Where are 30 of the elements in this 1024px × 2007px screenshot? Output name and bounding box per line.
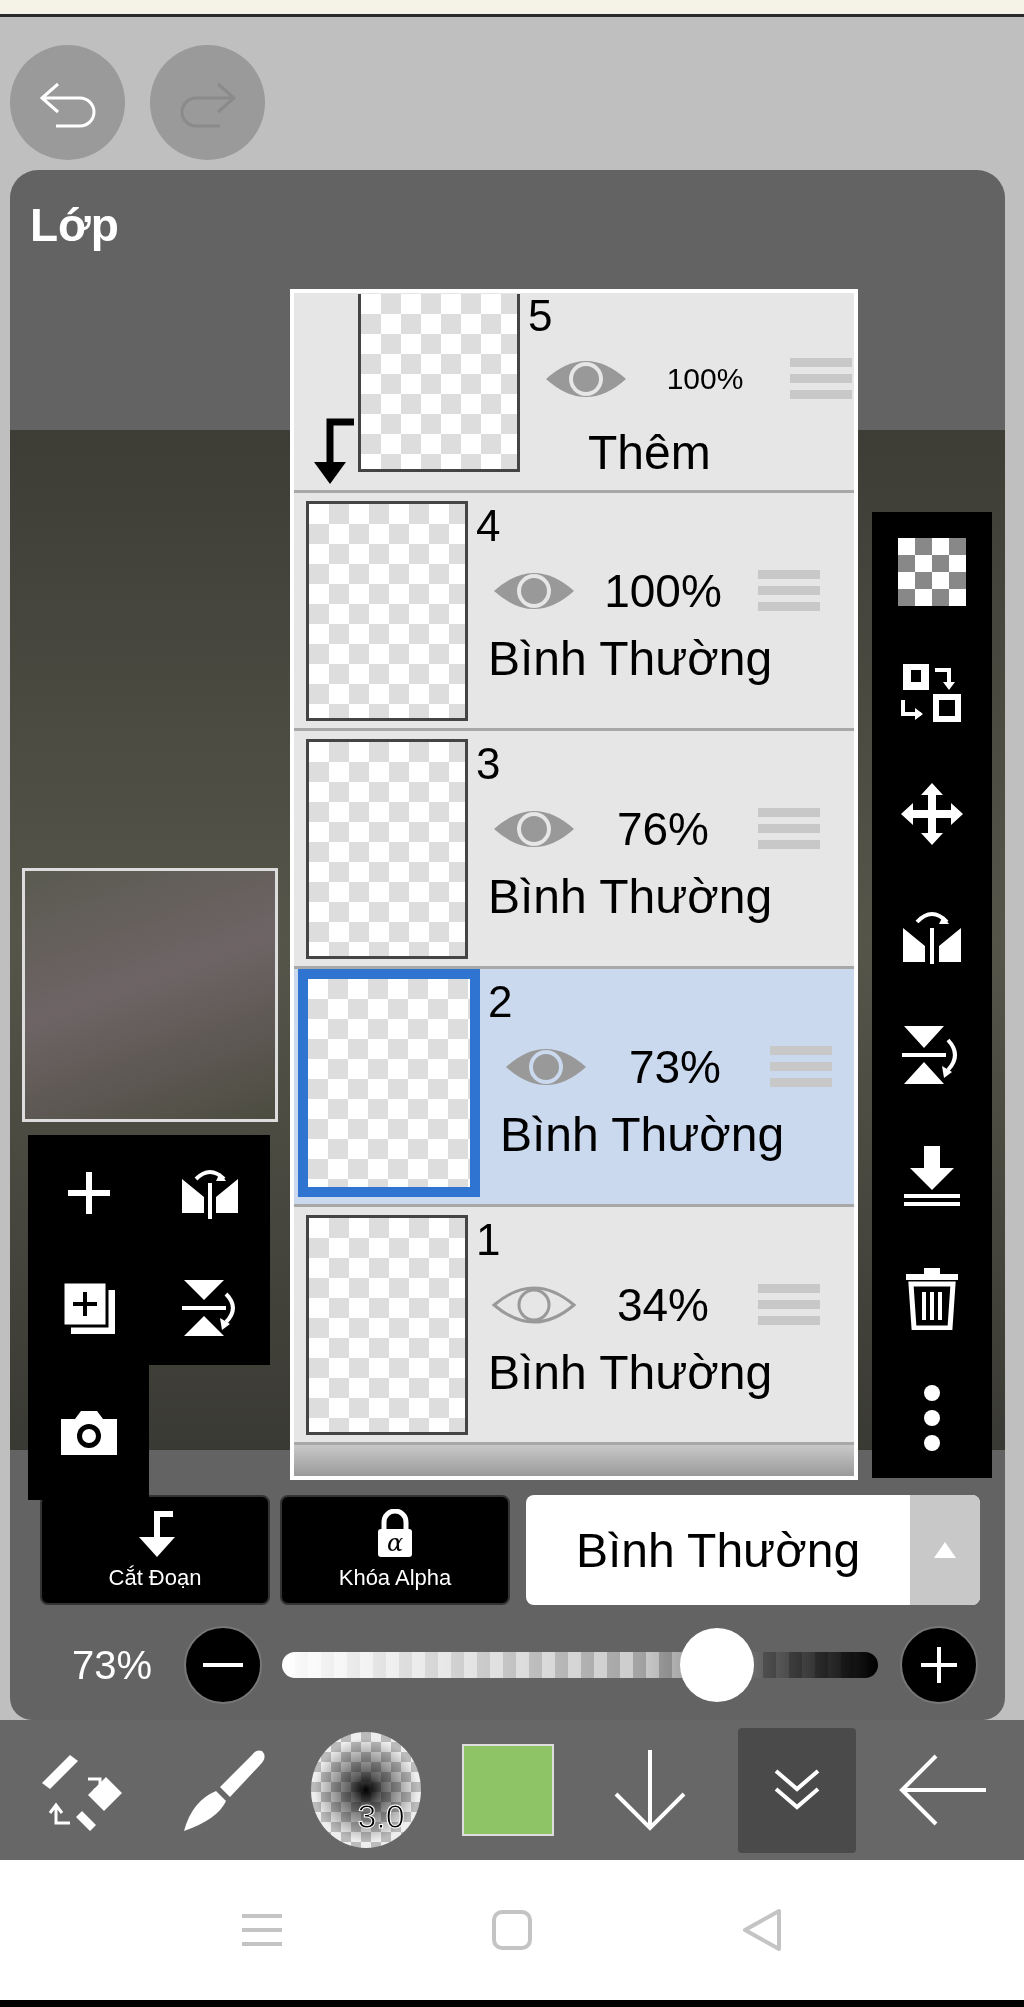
caret-icon [932,1540,958,1560]
minus-icon [203,1662,243,1668]
layer-row[interactable]: 2 73% Bình Thường [294,969,854,1207]
clipping-button[interactable]: Cắt Đoạn [40,1495,270,1605]
panel-title: Lớp [30,198,119,252]
left-arrow-icon [897,1752,988,1828]
layer-number: 1 [476,1215,502,1265]
layer-number: 5 [528,293,553,339]
merge-down-icon [902,1144,962,1209]
blend-mode-label: Bình Thường [488,1345,774,1400]
collapse-button[interactable] [737,1727,856,1853]
layer-opacity: 34% [615,1278,711,1332]
opacity-reading: 73% [72,1642,154,1688]
layer-opacity: 100% [603,564,723,618]
blend-mode-label: Bình Thường [500,1107,786,1162]
layer-row[interactable]: 5 100% Thêm [294,293,854,493]
layer-opacity: 100% [665,362,745,396]
more-options-icon [922,1382,942,1453]
layer-opacity: 76% [615,802,711,856]
layer-number: 4 [476,501,502,551]
layer-number: 3 [476,739,502,789]
layer-number: 2 [488,977,514,1027]
blend-mode-label: Thêm [588,425,712,480]
checkerboard-icon [898,538,966,607]
blend-mode-dropdown[interactable]: Bình Thường [526,1495,980,1605]
alpha-lock-button[interactable]: α Khóa Alpha [280,1495,510,1605]
layer-opacity: 73% [627,1040,723,1094]
blend-mode-label: Bình Thường [488,631,774,686]
blend-mode-label: Bình Thường [488,869,774,924]
plus-icon [919,1645,959,1685]
